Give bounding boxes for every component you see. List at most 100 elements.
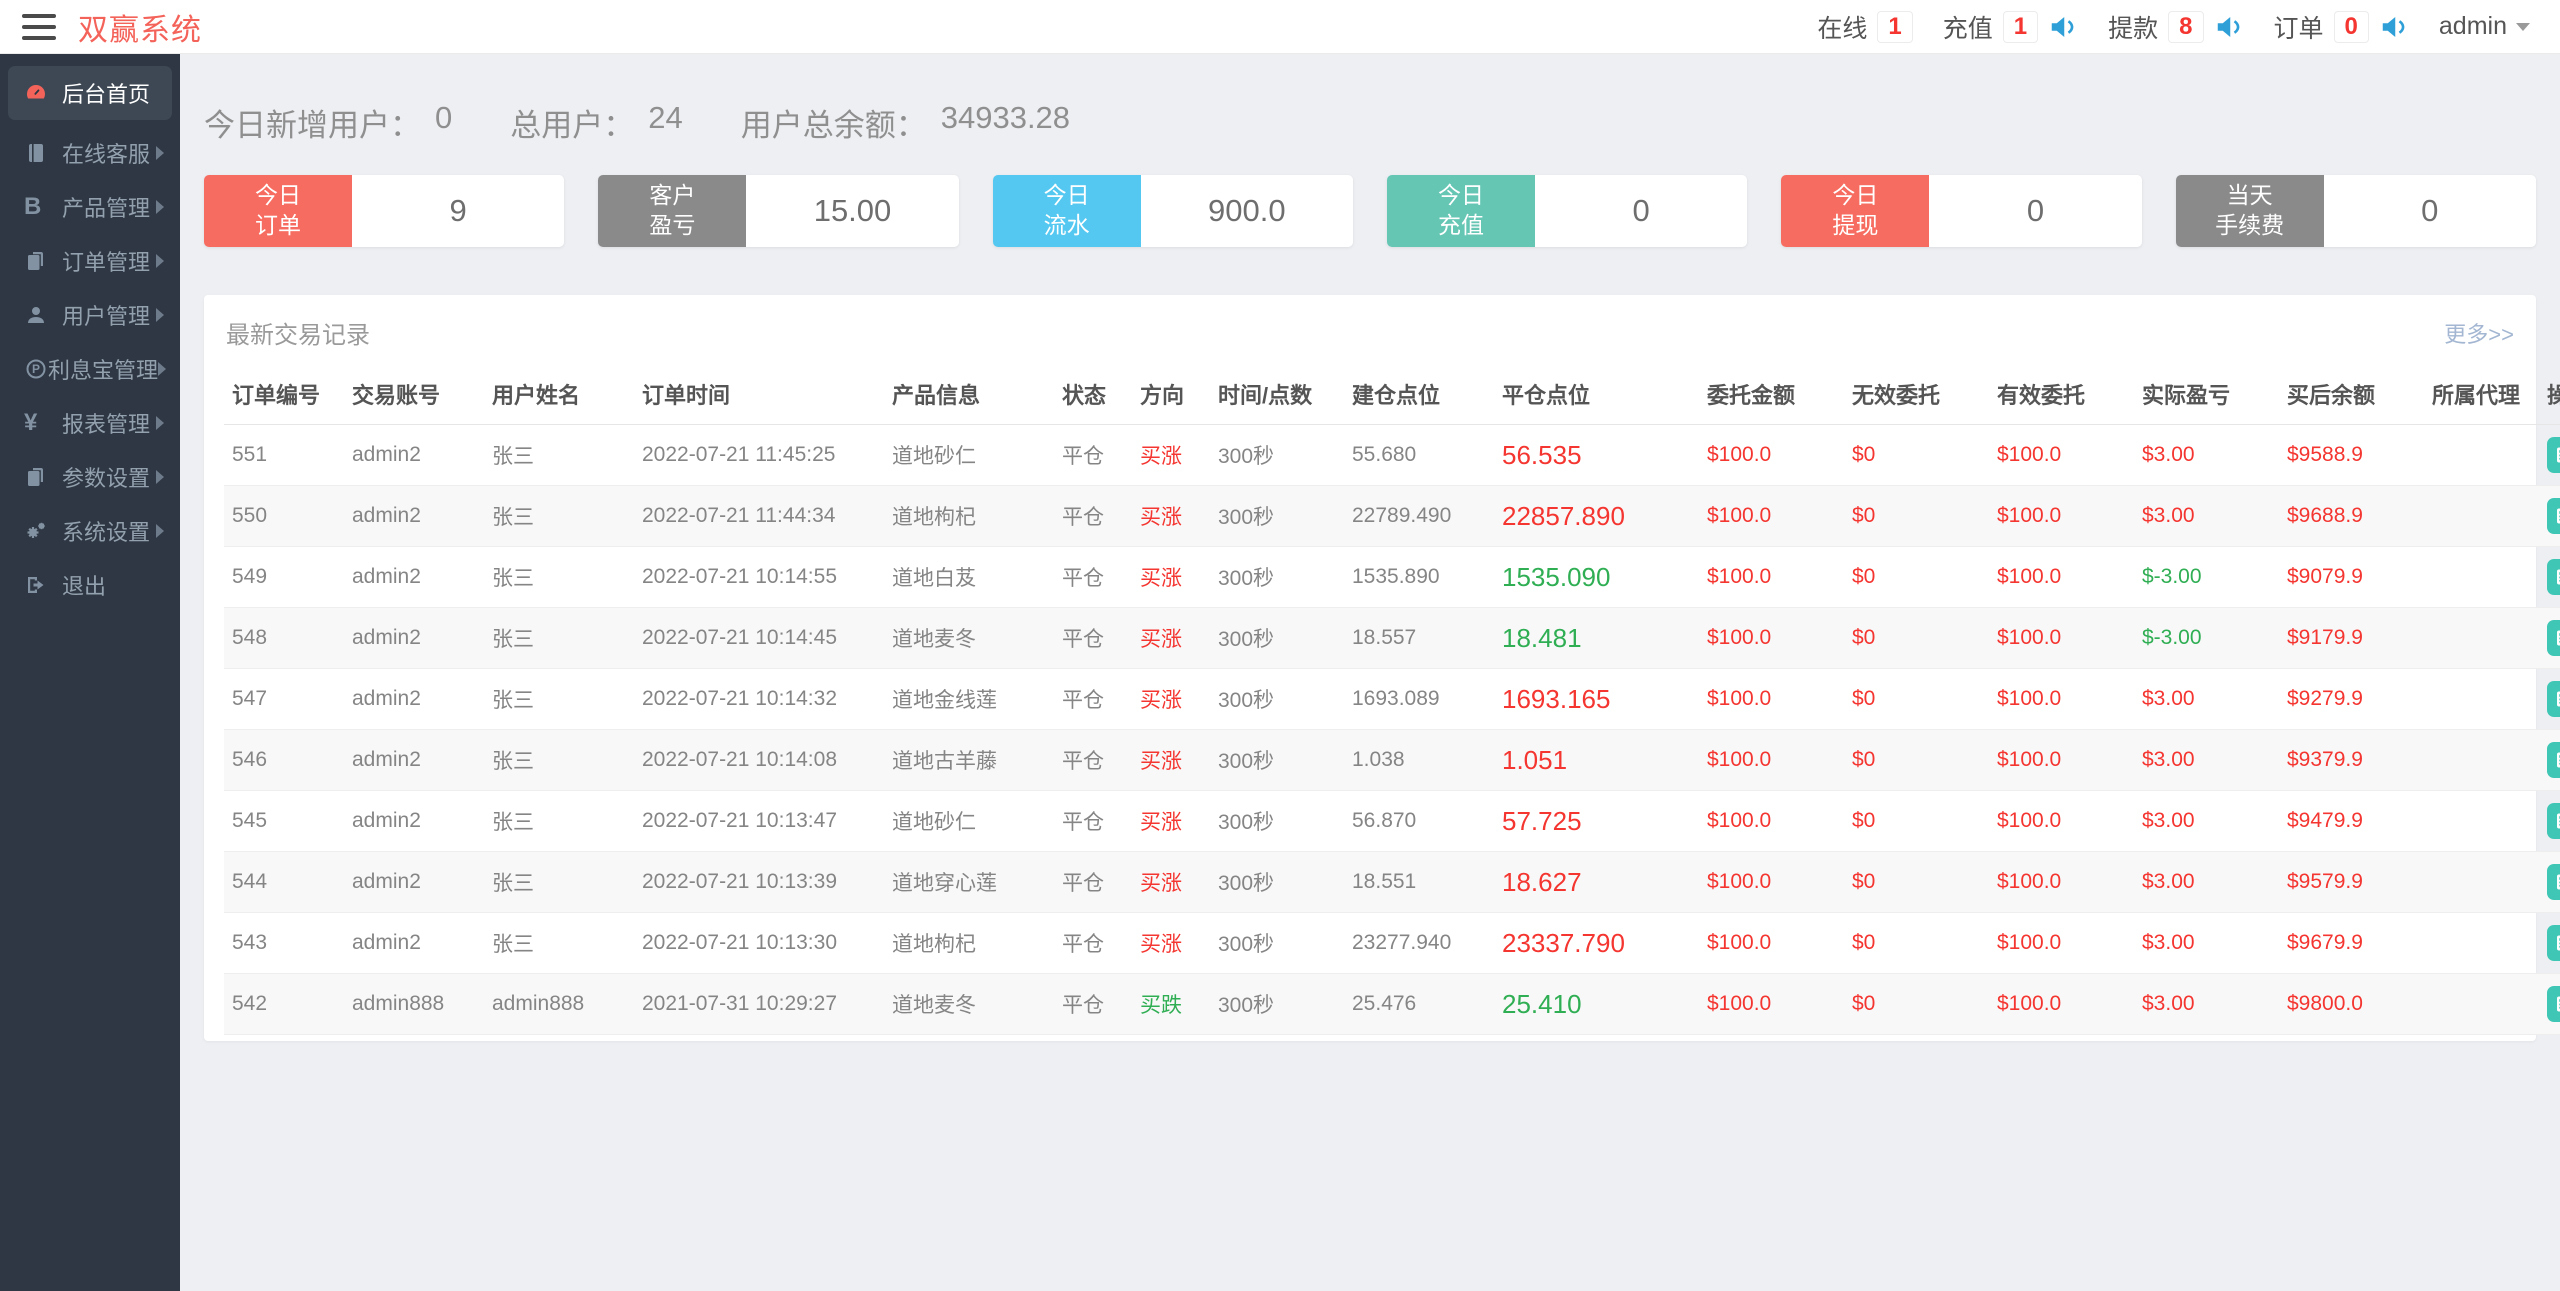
account: admin2 — [344, 546, 484, 608]
action-cell — [2539, 790, 2560, 852]
order-detail-button[interactable] — [2547, 742, 2560, 778]
balance-after: $9279.9 — [2279, 668, 2424, 730]
order-time: 2022-07-21 10:13:47 — [634, 790, 884, 852]
order-time: 2022-07-21 11:45:25 — [634, 424, 884, 486]
stat-card-value: 0 — [1929, 175, 2142, 247]
product: 道地穿心莲 — [884, 851, 1054, 913]
status: 平仓 — [1054, 485, 1132, 547]
menu-icon[interactable] — [22, 13, 56, 40]
table-row: 551 admin2 张三 2022-07-21 11:45:25 道地砂仁 平仓 买涨 30… — [224, 424, 2560, 486]
summary-value: 24 — [648, 100, 683, 135]
order-detail-button[interactable] — [2547, 620, 2560, 656]
open-point: 1693.089 — [1344, 668, 1494, 730]
summary-new-users-today: 今日新增用户： 0 — [204, 100, 452, 145]
profit: $3.00 — [2134, 790, 2279, 852]
status: 平仓 — [1054, 668, 1132, 730]
sidebar-item-user-mgmt[interactable]: 用户管理 — [0, 288, 180, 342]
sidebar-item-lixibao-mgmt[interactable]: P 利息宝管理 — [0, 342, 180, 396]
speaker-icon[interactable] — [2214, 12, 2244, 42]
invalid-entrust: $0 — [1844, 851, 1989, 913]
table-row: 549 admin2 张三 2022-07-21 10:14:55 道地白芨 平仓 买涨 30… — [224, 546, 2560, 608]
form-icon — [2553, 748, 2560, 772]
sidebar-item-online-service[interactable]: 在线客服 — [0, 126, 180, 180]
open-point: 1535.890 — [1344, 546, 1494, 608]
column-header: 状态 — [1054, 364, 1132, 425]
summary-total-users: 总用户： 24 — [510, 100, 682, 145]
balance-after: $9179.9 — [2279, 607, 2424, 669]
sidebar-item-system-settings[interactable]: 系统设置 — [0, 504, 180, 558]
summary-label: 总用户： — [510, 108, 635, 143]
username: 张三 — [484, 851, 634, 913]
order-detail-button[interactable] — [2547, 925, 2560, 961]
action-cell — [2539, 851, 2560, 913]
invalid-entrust: $0 — [1844, 485, 1989, 547]
order-detail-button[interactable] — [2547, 803, 2560, 839]
sidebar-item-label: 后台首页 — [62, 82, 151, 107]
signout-icon — [24, 573, 62, 597]
status: 平仓 — [1054, 424, 1132, 486]
username: 张三 — [484, 729, 634, 791]
stat-card-today-orders: 今日 订单 9 — [204, 175, 565, 247]
column-header: 交易账号 — [344, 364, 484, 425]
speaker-icon[interactable] — [2048, 12, 2078, 42]
sidebar-item-label: 订单管理 — [62, 250, 151, 275]
invalid-entrust: $0 — [1844, 668, 1989, 730]
order-detail-button[interactable] — [2547, 559, 2560, 595]
invalid-entrust: $0 — [1844, 912, 1989, 974]
status: 平仓 — [1054, 973, 1132, 1035]
username: 张三 — [484, 790, 634, 852]
table-row: 550 admin2 张三 2022-07-21 11:44:34 道地枸杞 平仓 买涨 30… — [224, 485, 2560, 547]
agent — [2424, 607, 2539, 669]
account: admin2 — [344, 424, 484, 486]
sidebar-item-report-mgmt[interactable]: ¥ 报表管理 — [0, 396, 180, 450]
files-icon — [24, 249, 62, 273]
entrust-amount: $100.0 — [1699, 546, 1844, 608]
order-id: 551 — [224, 424, 344, 486]
topbar-stat-deposit: 充值 1 — [1943, 9, 2078, 45]
app-title: 双赢系统 — [78, 13, 202, 47]
duration: 300秒 — [1210, 424, 1344, 486]
account: admin2 — [344, 729, 484, 791]
sidebar-item-home[interactable]: 后台首页 — [8, 66, 172, 120]
table-row: 548 admin2 张三 2022-07-21 10:14:45 道地麦冬 平仓 买涨 30… — [224, 607, 2560, 669]
close-point: 1.051 — [1494, 729, 1699, 791]
user-menu[interactable]: admin — [2439, 12, 2530, 41]
sidebar-item-param-settings[interactable]: 参数设置 — [0, 450, 180, 504]
more-link[interactable]: 更多>> — [2444, 317, 2514, 349]
order-time: 2022-07-21 11:44:34 — [634, 485, 884, 547]
sidebar-item-label: 产品管理 — [62, 196, 151, 221]
order-detail-button[interactable] — [2547, 498, 2560, 534]
account: admin2 — [344, 851, 484, 913]
order-detail-button[interactable] — [2547, 986, 2560, 1022]
open-point: 23277.940 — [1344, 912, 1494, 974]
order-detail-button[interactable] — [2547, 864, 2560, 900]
stat-card-value: 0 — [1534, 175, 1748, 247]
action-cell — [2539, 485, 2560, 547]
form-icon — [2553, 687, 2560, 711]
order-detail-button[interactable] — [2547, 437, 2560, 473]
order-detail-button[interactable] — [2547, 681, 2560, 717]
order-time: 2021-07-31 10:29:27 — [634, 973, 884, 1035]
sidebar-item-logout[interactable]: 退出 — [0, 558, 180, 612]
summary-label: 今日新增用户： — [204, 108, 421, 143]
duration: 300秒 — [1210, 790, 1344, 852]
action-cell — [2539, 668, 2560, 730]
product: 道地金线莲 — [884, 668, 1054, 730]
speaker-icon[interactable] — [2379, 12, 2409, 42]
column-header: 操作 — [2539, 364, 2560, 425]
status: 平仓 — [1054, 546, 1132, 608]
sidebar-item-label: 系统设置 — [62, 520, 151, 545]
entrust-amount: $100.0 — [1699, 851, 1844, 913]
agent — [2424, 424, 2539, 486]
direction: 买涨 — [1132, 485, 1210, 547]
sidebar-item-product-mgmt[interactable]: B 产品管理 — [0, 180, 180, 234]
column-header: 订单时间 — [634, 364, 884, 425]
direction: 买涨 — [1132, 668, 1210, 730]
profit: $-3.00 — [2134, 607, 2279, 669]
chevron-right-icon — [156, 200, 164, 214]
entrust-amount: $100.0 — [1699, 790, 1844, 852]
sidebar-item-order-mgmt[interactable]: 订单管理 — [0, 234, 180, 288]
dashboard-icon — [24, 81, 62, 105]
table-row: 542 admin888 admin888 2021-07-31 10:29:27 道地… — [224, 973, 2560, 1035]
book-icon — [24, 141, 62, 165]
